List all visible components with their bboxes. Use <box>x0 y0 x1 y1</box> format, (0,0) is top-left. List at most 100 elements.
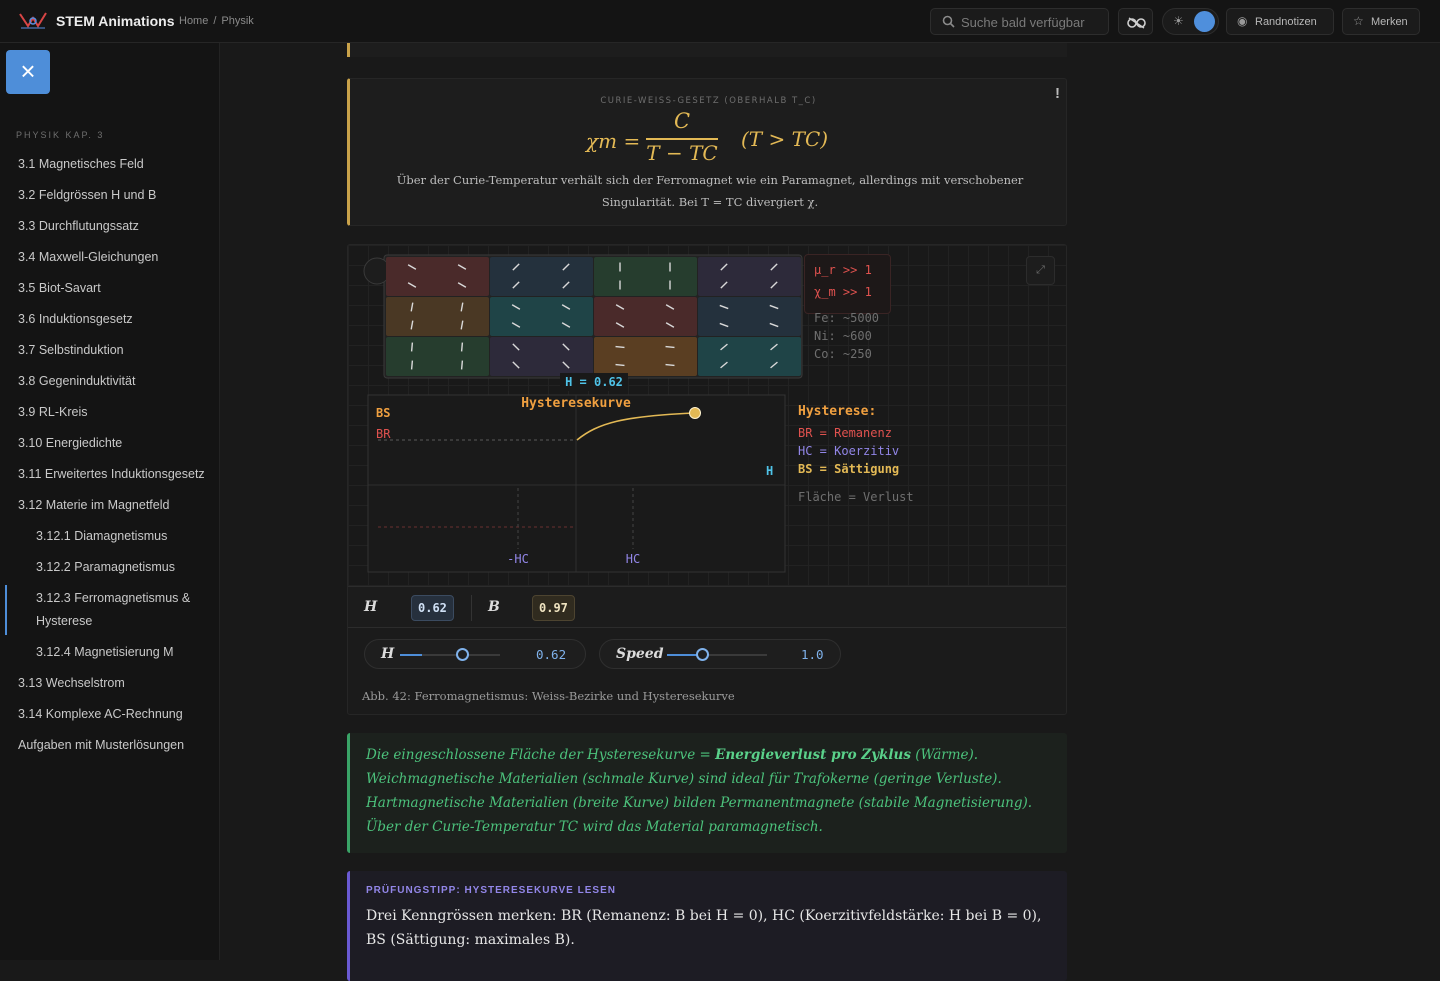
toggle-knob <box>1194 11 1215 32</box>
speed-slider-value: 1.0 <box>801 647 824 662</box>
sidebar-item-3-12-2[interactable]: 3.12.2 Paramagnetismus <box>0 556 219 579</box>
logo-icon[interactable] <box>18 10 48 32</box>
formula-card-title: CURIE-WEISS-GESETZ (OBERHALB T_C) <box>600 96 817 106</box>
info-co: Co: ~250 <box>814 347 872 361</box>
previous-card <box>347 43 1067 57</box>
simulation-canvas[interactable]: H = 0.62 Hysteresekurve BS BR H -HC HC Hysteres… <box>348 245 1066 586</box>
theme-toggle[interactable]: ☀ <box>1162 8 1219 35</box>
sidebar-item-3-4[interactable]: 3.4 Maxwell-Gleichungen <box>0 246 219 269</box>
glasses-icon <box>1127 17 1146 29</box>
formula-lhs: χm = <box>586 129 641 153</box>
weiss-domain <box>386 257 489 296</box>
h-slider-fill <box>400 654 422 656</box>
exam-tip-title: PRÜFUNGSTIPP: HYSTERESEKURVE LESEN <box>366 885 616 896</box>
brand-name[interactable]: STEM Animations <box>56 13 175 29</box>
readout-divider <box>471 595 472 621</box>
value-readout: H 0.62 B 0.97 <box>348 586 1066 628</box>
breadcrumb-home[interactable]: Home <box>179 15 208 27</box>
bookmark-button[interactable]: ☆ Merken <box>1342 8 1420 35</box>
star-icon: ☆ <box>1353 14 1364 28</box>
info-fe: Fe: ~5000 <box>814 311 880 325</box>
h-axis-label: H <box>766 464 773 478</box>
domain-moment-arrow <box>460 360 464 370</box>
close-icon: × <box>20 56 36 86</box>
note-icon[interactable]: ! <box>1055 85 1060 102</box>
sidebar-item-3-9[interactable]: 3.9 RL-Kreis <box>0 401 219 424</box>
sidebar-item-3-6[interactable]: 3.6 Induktionsgesetz <box>0 308 219 331</box>
margin-notes-button[interactable]: ◉ Randnotizen <box>1226 8 1334 35</box>
sidebar-item-3-12-4[interactable]: 3.12.4 Magnetisierung M <box>0 641 219 664</box>
insight-line1-c: (Wärme). <box>910 747 979 763</box>
speed-slider-thumb[interactable] <box>696 648 709 661</box>
readout-h-label: H <box>364 599 378 615</box>
sidebar-nav: 3.1 Magnetisches Feld 3.2 Feldgrössen H … <box>0 153 219 765</box>
weiss-domain <box>698 337 801 376</box>
h-value-label: H = 0.62 <box>565 375 623 389</box>
h-slider-control[interactable]: H 0.62 <box>364 639 586 669</box>
h-slider-thumb[interactable] <box>456 648 469 661</box>
legend-bs: BS = Sättigung <box>798 462 899 476</box>
sidebar-item-3-7[interactable]: 3.7 Selbstinduktion <box>0 339 219 362</box>
sun-icon: ☀ <box>1173 14 1184 28</box>
br-label: BR <box>376 427 391 441</box>
sidebar-item-aufgaben[interactable]: Aufgaben mit Musterlösungen <box>0 734 219 757</box>
sidebar-item-3-12-3[interactable]: 3.12.3 Ferromagnetismus & Hysterese <box>0 585 219 635</box>
domain-moment-arrow <box>410 342 414 352</box>
close-sidebar-button[interactable]: × <box>6 50 50 94</box>
exam-tip-line2: BS (Sättigung: maximales B). <box>366 932 575 948</box>
readout-b-label: B <box>488 599 500 615</box>
weiss-domain <box>698 257 801 296</box>
figure-caption: Abb. 42: Ferromagnetismus: Weiss-Bezirke… <box>362 689 735 703</box>
sidebar: PHYSIK KAP. 3 3.1 Magnetisches Feld 3.2 … <box>0 43 220 960</box>
sidebar-item-3-13[interactable]: 3.13 Wechselstrom <box>0 672 219 695</box>
weiss-domain <box>594 297 697 336</box>
sidebar-item-3-12[interactable]: 3.12 Materie im Magnetfeld <box>0 494 219 517</box>
legend-br: BR = Remanenz <box>798 426 892 440</box>
sidebar-item-3-12-1[interactable]: 3.12.1 Diamagnetismus <box>0 525 219 548</box>
hc-label: HC <box>626 552 640 566</box>
weiss-domain <box>490 297 593 336</box>
weiss-domain <box>594 337 697 376</box>
insight-line1-a: Die eingeschlossene Fläche der Hysterese… <box>366 747 716 763</box>
expand-icon: ⤢ <box>1036 264 1045 276</box>
insight-line4: Über der Curie-Temperatur TC wird das Ma… <box>366 819 823 835</box>
legend-title: Hysterese: <box>798 404 876 419</box>
curie-weiss-formula: χm = C T − TC (T > TC) <box>586 109 846 167</box>
domain-moment-arrow <box>615 345 625 349</box>
top-bar: STEM Animations Home / Physik Suche bald v… <box>0 0 1440 43</box>
expand-button[interactable]: ⤢ <box>1026 256 1055 285</box>
sidebar-item-3-2[interactable]: 3.2 Feldgrössen H und B <box>0 184 219 207</box>
sidebar-item-3-11[interactable]: 3.11 Erweitertes Induktionsgesetz <box>0 463 219 486</box>
weiss-domain <box>386 337 489 376</box>
margin-notes-label: Randnotizen <box>1255 16 1317 28</box>
operating-point <box>689 407 701 419</box>
bs-label: BS <box>376 406 390 420</box>
sidebar-item-3-5[interactable]: 3.5 Biot-Savart <box>0 277 219 300</box>
speed-slider-control[interactable]: Speed 1.0 <box>599 639 841 669</box>
info-mu: μ_r >> 1 <box>814 263 872 277</box>
sidebar-heading: PHYSIK KAP. 3 <box>16 130 105 140</box>
info-chi: χ_m >> 1 <box>814 285 872 299</box>
search-input[interactable]: Suche bald verfügbar <box>930 8 1109 35</box>
sidebar-item-3-10[interactable]: 3.10 Energiedichte <box>0 432 219 455</box>
exam-tip-text: Drei Kenngrössen merken: BR (Remanenz: B… <box>366 904 1056 952</box>
breadcrumb-separator: / <box>213 15 217 27</box>
weiss-domain <box>386 297 489 336</box>
sidebar-item-3-1[interactable]: 3.1 Magnetisches Feld <box>0 153 219 176</box>
accessibility-button[interactable] <box>1118 8 1153 35</box>
sidebar-item-3-14[interactable]: 3.14 Komplexe AC-Rechnung <box>0 703 219 726</box>
control-panel: H 0.62 Speed 1.0 <box>348 628 1066 676</box>
bookmark-label: Merken <box>1371 16 1408 28</box>
formula-description-line-1: Über der Curie-Temperatur verhält sich d… <box>396 173 1024 187</box>
legend-area: Fläche = Verlust <box>798 490 914 504</box>
search-placeholder: Suche bald verfügbar <box>961 15 1085 30</box>
sidebar-item-3-8[interactable]: 3.8 Gegeninduktivität <box>0 370 219 393</box>
insight-line3: Hartmagnetische Materialien (breite Kurv… <box>366 795 1033 811</box>
h-slider-value: 0.62 <box>536 647 567 662</box>
curie-weiss-card: CURIE-WEISS-GESETZ (OBERHALB T_C) ! χm =… <box>347 78 1067 226</box>
fraction-bar <box>646 138 718 140</box>
speed-slider-label: Speed <box>616 646 664 662</box>
formula-condition: (T > TC) <box>741 127 829 151</box>
readout-h-value: 0.62 <box>411 595 454 621</box>
sidebar-item-3-3[interactable]: 3.3 Durchflutungssatz <box>0 215 219 238</box>
